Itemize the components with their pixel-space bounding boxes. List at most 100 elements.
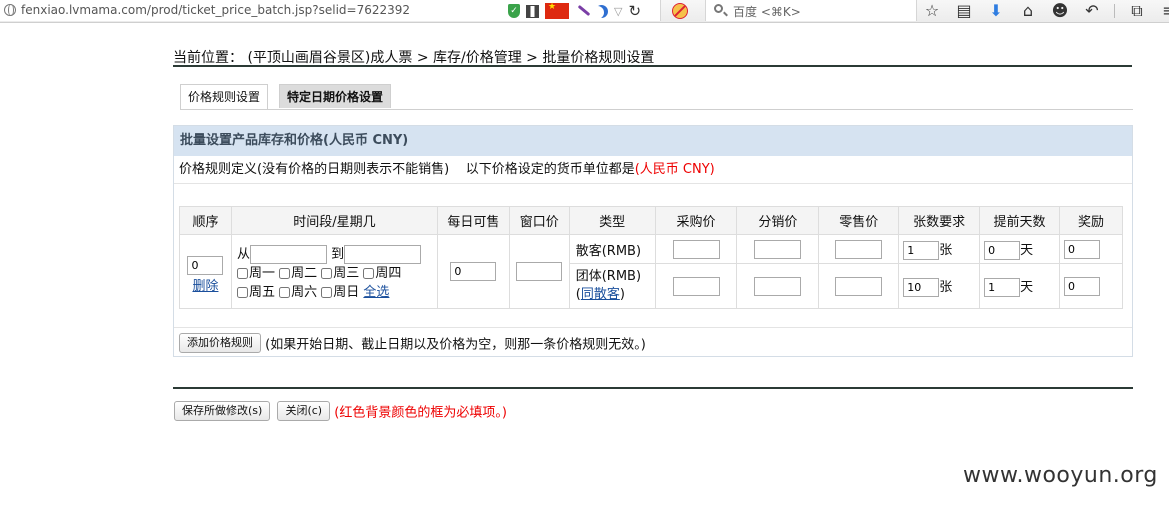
advance-days-cell: 天 xyxy=(979,234,1060,264)
type-cell: 散客(RMB) xyxy=(568,234,656,264)
search-icon xyxy=(714,4,723,13)
select-all-link[interactable]: 全选 xyxy=(363,285,389,300)
add-price-rule-button[interactable]: 添加价格规则 xyxy=(179,333,261,353)
thursday-checkbox[interactable] xyxy=(363,268,375,279)
security-shield-icon[interactable]: ✓ xyxy=(508,4,520,18)
monday-checkbox[interactable] xyxy=(236,268,248,279)
distribution-price-input[interactable] xyxy=(754,276,802,296)
end-date-input[interactable] xyxy=(344,245,422,264)
bookmark-star-icon[interactable]: ☆ xyxy=(922,1,942,21)
reward-cell xyxy=(1058,263,1124,309)
retail-price-cell xyxy=(818,263,900,309)
daily-available-input[interactable] xyxy=(450,262,497,281)
delete-link[interactable]: 删除 xyxy=(192,279,218,294)
china-flag-icon[interactable] xyxy=(545,2,569,19)
reward-input[interactable] xyxy=(1063,276,1100,296)
same-as-individual-link[interactable]: 同散客 xyxy=(581,287,620,302)
distribution-price-cell xyxy=(736,263,820,309)
distribution-price-input[interactable] xyxy=(754,239,802,259)
moon-icon[interactable] xyxy=(595,5,608,18)
breadcrumb: 当前位置： (平顶山画眉谷景区)成人票 > 库存/价格管理 > 批量价格规则设置 xyxy=(173,47,1132,67)
ticket-count-cell: 张 xyxy=(898,263,981,309)
currency-label: (人民币 CNY) xyxy=(634,162,715,177)
ticket-unit: 张 xyxy=(939,242,953,258)
qr-code-icon[interactable] xyxy=(526,4,539,18)
add-rule-row: 添加价格规则 (如果开始日期、截止日期以及价格为空，则那一条价格规则无效。) xyxy=(174,327,1132,358)
toolbar-separator xyxy=(1114,3,1115,18)
col-header-type: 类型 xyxy=(568,206,656,235)
sunday-checkbox[interactable] xyxy=(321,287,333,298)
period-cell: 从 到 周一 周二 周三 周四 周五 周六 周日 全选 xyxy=(230,234,438,309)
date-range-row: 从 到 xyxy=(237,245,437,264)
save-changes-button[interactable]: 保存所做修改(s) xyxy=(174,401,271,421)
col-header-period: 时间段/星期几 xyxy=(230,206,438,235)
ticket-count-input[interactable] xyxy=(903,277,940,297)
ticket-count-cell: 张 xyxy=(898,234,981,264)
close-button[interactable]: 关闭(c) xyxy=(277,401,331,421)
advance-days-cell: 天 xyxy=(979,263,1060,309)
crop-icon[interactable]: ⧉ xyxy=(1127,1,1147,21)
download-icon[interactable]: ⬇ xyxy=(986,1,1006,21)
wednesday-checkbox[interactable] xyxy=(321,268,333,279)
reading-list-icon[interactable]: ▤ xyxy=(954,1,974,21)
col-header-window-price: 窗口价 xyxy=(508,206,570,235)
feather-icon[interactable] xyxy=(575,4,589,18)
col-header-order: 顺序 xyxy=(179,206,232,235)
col-header-distribution-price: 分销价 xyxy=(736,206,820,235)
overflow-menu-icon[interactable]: ≡ xyxy=(1159,1,1169,21)
home-icon[interactable]: ⌂ xyxy=(1018,1,1038,21)
type-cell: 团体(RMB) (同散客) xyxy=(568,263,656,309)
weekday-row-2: 周五 周六 周日 全选 xyxy=(236,283,437,302)
tab-price-rules[interactable]: 价格规则设置 xyxy=(180,84,268,109)
purchase-price-input[interactable] xyxy=(672,276,720,296)
tuesday-label: 周二 xyxy=(291,266,318,281)
ticket-count-input[interactable] xyxy=(903,240,940,260)
friday-label: 周五 xyxy=(248,285,275,300)
reward-input[interactable] xyxy=(1063,239,1100,259)
watermark: www.wooyun.org xyxy=(963,463,1158,488)
url-dropdown-icon[interactable]: ▽ xyxy=(614,5,622,18)
search-box[interactable]: 百度 <⌘K> xyxy=(705,0,917,21)
tuesday-checkbox[interactable] xyxy=(279,268,291,279)
tab-specific-date-prices[interactable]: 特定日期价格设置 xyxy=(279,84,391,108)
table-row: 删除 从 到 周一 周二 周三 周四 周五 周六 xyxy=(179,234,1124,309)
ticket-unit: 张 xyxy=(939,279,953,295)
purchase-price-cell xyxy=(654,263,738,309)
type-label: 团体(RMB) xyxy=(575,269,642,284)
reward-cell xyxy=(1058,234,1124,264)
address-bar[interactable]: fenxiao.lvmama.com/prod/ticket_price_bat… xyxy=(0,0,661,21)
undo-icon[interactable]: ↶ xyxy=(1082,1,1102,21)
globe-icon xyxy=(4,4,16,16)
search-placeholder[interactable]: 百度 <⌘K> xyxy=(733,3,801,20)
col-header-retail-price: 零售价 xyxy=(818,206,900,235)
batch-price-panel: 批量设置产品库存和价格(人民币 CNY) 价格规则定义(没有价格的日期则表示不能… xyxy=(173,125,1133,357)
window-price-cell xyxy=(508,234,570,309)
from-label: 从 xyxy=(236,247,250,262)
friday-checkbox[interactable] xyxy=(236,287,248,298)
retail-price-input[interactable] xyxy=(835,239,883,259)
order-input[interactable] xyxy=(187,255,224,275)
col-header-ticket-count: 张数要求 xyxy=(898,206,981,235)
start-date-input[interactable] xyxy=(249,245,327,264)
col-header-daily-available: 每日可售 xyxy=(436,206,510,235)
table-header-row: 顺序 时间段/星期几 每日可售 窗口价 类型 采购价 分销价 零售价 张数要求 … xyxy=(179,206,1124,235)
retail-price-input[interactable] xyxy=(835,276,883,296)
retail-price-cell xyxy=(818,234,900,264)
url-text[interactable]: fenxiao.lvmama.com/prod/ticket_price_bat… xyxy=(21,3,410,17)
advance-days-input[interactable] xyxy=(984,240,1021,260)
to-label: 到 xyxy=(331,247,345,262)
reload-icon[interactable]: ↻ xyxy=(628,2,641,20)
daily-available-cell xyxy=(436,234,510,309)
browser-toolbar: fenxiao.lvmama.com/prod/ticket_price_bat… xyxy=(0,0,1169,23)
purchase-price-input[interactable] xyxy=(672,239,720,259)
monday-label: 周一 xyxy=(248,266,275,281)
block-extension-icon[interactable] xyxy=(672,3,688,19)
advance-days-input[interactable] xyxy=(984,277,1021,297)
panel-title: 批量设置产品库存和价格(人民币 CNY) xyxy=(174,126,1132,156)
weekday-row-1: 周一 周二 周三 周四 xyxy=(236,264,437,283)
col-header-purchase-price: 采购价 xyxy=(654,206,738,235)
saturday-checkbox[interactable] xyxy=(279,287,291,298)
window-price-input[interactable] xyxy=(516,262,563,281)
chat-icon[interactable]: ☻ xyxy=(1050,1,1070,21)
footer-divider xyxy=(173,387,1133,389)
